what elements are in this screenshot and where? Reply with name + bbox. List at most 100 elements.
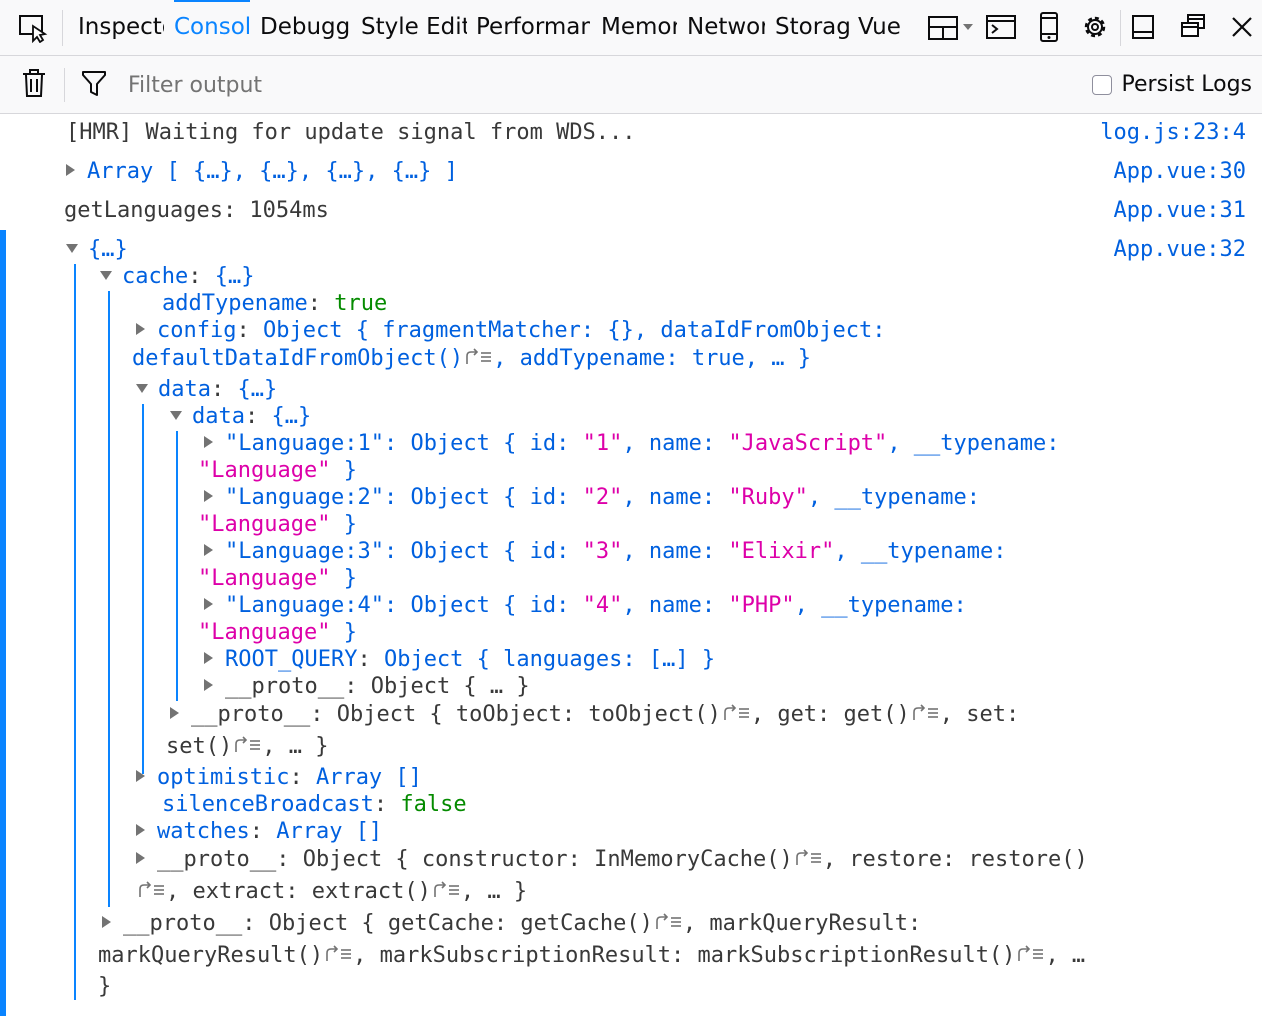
tab-style-editor[interactable]: Style Editor [361, 0, 467, 55]
console-message: [HMR] Waiting for update signal from WDS… [66, 120, 636, 145]
tree-node-root-proto-wrap: markQueryResult(), markSubscriptionResul… [98, 943, 1086, 968]
toolbar-separator [1120, 10, 1121, 46]
collapsed-arrow-icon[interactable] [204, 490, 213, 502]
expanded-arrow-icon[interactable] [100, 270, 112, 280]
mobile-device-icon [1040, 12, 1058, 42]
tree-node-config-wrap: defaultDataIdFromObject(), addTypename: … [132, 346, 812, 371]
filter-separator [64, 68, 65, 102]
element-picker-button[interactable] [16, 12, 52, 44]
collapsed-arrow-icon[interactable] [204, 544, 213, 556]
tab-performance[interactable]: Performance [476, 0, 590, 55]
tree-node-data-proto[interactable]: __proto__: Object { toObject: toObject()… [170, 701, 1019, 728]
jump-to-definition-icon[interactable] [323, 945, 353, 963]
toolbar-separator [62, 10, 63, 46]
jump-to-definition-icon[interactable] [793, 849, 823, 867]
message-location-link[interactable]: log.js:23:4 [1100, 119, 1246, 146]
tree-node-inner-data[interactable]: data: {…} [170, 403, 311, 430]
jump-to-definition-icon[interactable] [1015, 945, 1045, 963]
console-icon [986, 15, 1016, 39]
tab-storage[interactable]: Storage [775, 0, 849, 55]
message-location-link[interactable]: App.vue:30 [1114, 158, 1246, 185]
undock-window-button[interactable] [1176, 10, 1210, 44]
tab-inspector[interactable]: Inspector [78, 0, 164, 55]
layout-icon [928, 16, 973, 40]
tree-node-cache-proto[interactable]: __proto__: Object { constructor: InMemor… [136, 846, 1088, 873]
indent-guide [142, 404, 144, 774]
array-preview: Array [ {…}, {…}, {…}, {…} ] [87, 159, 458, 184]
collapsed-arrow-icon[interactable] [136, 824, 145, 836]
expanded-arrow-icon[interactable] [136, 383, 148, 393]
tab-memory[interactable]: Memory [601, 0, 677, 55]
tree-node-root-query[interactable]: ROOT_QUERY: Object { languages: […] } [204, 646, 715, 673]
jump-to-definition-icon[interactable] [721, 704, 751, 722]
tree-node-watches[interactable]: watches: Array [] [136, 818, 382, 845]
indent-guide [176, 431, 178, 701]
filter-toggle-button[interactable] [76, 66, 112, 100]
responsive-design-button[interactable] [1032, 10, 1066, 44]
console-message-array[interactable]: Array [ {…}, {…}, {…}, {…} ] [66, 158, 458, 185]
collapsed-arrow-icon[interactable] [170, 707, 179, 719]
close-icon [1232, 17, 1252, 37]
tree-node-root-proto-close: } [98, 974, 112, 999]
persist-logs-checkbox[interactable] [1091, 74, 1112, 95]
persist-logs-toggle[interactable]: Persist Logs [1091, 72, 1252, 97]
split-console-layout-button[interactable] [926, 10, 976, 44]
object-root[interactable]: {…} [66, 236, 128, 263]
tab-console[interactable]: Console [174, 0, 250, 55]
collapsed-arrow-icon[interactable] [136, 770, 145, 782]
jump-to-definition-icon[interactable] [910, 704, 940, 722]
tree-node-language[interactable]: "Language:3": Object { id: "3", name: "E… [204, 538, 1007, 565]
tree-node-language[interactable]: "Language:1": Object { id: "1", name: "J… [204, 430, 1060, 457]
console-message: getLanguages: 1054ms [64, 198, 329, 223]
tree-node-addtypename: addTypename: true [162, 291, 388, 316]
dock-bottom-button[interactable] [1126, 10, 1160, 44]
close-devtools-button[interactable] [1226, 10, 1258, 44]
filter-output-input[interactable] [128, 70, 728, 100]
jump-to-definition-icon[interactable] [653, 913, 683, 931]
tree-node-language-wrap: "Language" } [198, 566, 357, 591]
tab-debugger[interactable]: Debugger [260, 0, 350, 55]
tree-node-silence-broadcast: silenceBroadcast: false [162, 792, 467, 817]
collapsed-arrow-icon[interactable] [136, 323, 145, 335]
separate-window-icon [1181, 14, 1205, 37]
tree-node-data[interactable]: data: {…} [136, 376, 277, 403]
tree-node-language-wrap: "Language" } [198, 458, 357, 483]
tree-node-language[interactable]: "Language:4": Object { id: "4", name: "P… [204, 592, 967, 619]
expanded-arrow-icon[interactable] [66, 243, 78, 253]
jump-to-definition-icon[interactable] [431, 881, 461, 899]
jump-to-definition-icon[interactable] [232, 736, 262, 754]
tree-node-root-proto[interactable]: __proto__: Object { getCache: getCache()… [102, 910, 921, 937]
indent-guide [74, 264, 76, 1000]
console-output: [HMR] Waiting for update signal from WDS… [0, 114, 1262, 1016]
trash-icon [23, 69, 45, 97]
clear-console-button[interactable] [16, 66, 52, 100]
tree-node-proto[interactable]: __proto__: Object { … } [204, 673, 530, 700]
tree-node-optimistic[interactable]: optimistic: Array [] [136, 764, 422, 791]
collapsed-arrow-icon[interactable] [102, 916, 111, 928]
jump-to-definition-icon[interactable] [463, 348, 493, 366]
console-filter-bar: Persist Logs [0, 56, 1262, 114]
collapsed-arrow-icon[interactable] [204, 598, 213, 610]
tree-node-language[interactable]: "Language:2": Object { id: "2", name: "R… [204, 484, 980, 511]
collapsed-arrow-icon[interactable] [204, 652, 213, 664]
devtools-toolbar: Inspector Console Debugger Style Editor … [0, 0, 1262, 56]
persist-logs-label: Persist Logs [1121, 72, 1252, 97]
expanded-arrow-icon[interactable] [170, 410, 182, 420]
tree-node-cache[interactable]: cache: {…} [100, 263, 254, 290]
collapsed-arrow-icon[interactable] [204, 436, 213, 448]
collapsed-arrow-icon[interactable] [66, 164, 75, 176]
selected-message-marker [0, 230, 6, 1016]
tree-node-config[interactable]: config: Object { fragmentMatcher: {}, da… [136, 317, 886, 344]
collapsed-arrow-icon[interactable] [204, 679, 213, 691]
tab-network[interactable]: Network [687, 0, 765, 55]
message-location-link[interactable]: App.vue:32 [1114, 236, 1246, 263]
element-picker-icon [19, 15, 48, 43]
tab-vue[interactable]: Vue [858, 0, 908, 55]
collapsed-arrow-icon[interactable] [136, 852, 145, 864]
scratchpad-button[interactable] [984, 10, 1018, 44]
jump-to-definition-icon[interactable] [136, 881, 166, 899]
indent-guide [108, 291, 110, 907]
tree-node-data-proto-wrap: set(), … } [166, 734, 329, 759]
message-location-link[interactable]: App.vue:31 [1114, 197, 1246, 224]
settings-button[interactable] [1078, 10, 1112, 44]
